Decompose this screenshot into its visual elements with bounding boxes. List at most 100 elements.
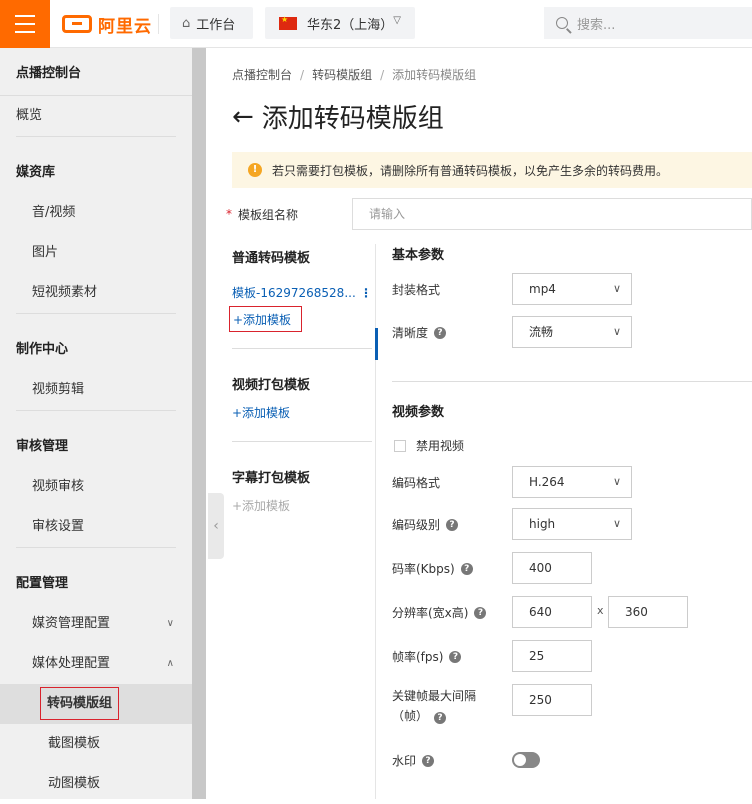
chevron-down-icon: ∨ [166,618,174,629]
warning-notice: ! 若只需要打包模板，请删除所有普通转码模板，以免产生多余的转码费用。 [232,152,752,188]
notice-text: 若只需要打包模板，请删除所有普通转码模板，以免产生多余的转码费用。 [272,163,669,178]
bitrate-input[interactable]: 400 [512,552,592,584]
brand-name: 阿里云 [98,16,152,37]
sidebar-item-review-settings[interactable]: 审核设置 [0,507,192,547]
basic-params-title: 基本参数 [392,248,445,263]
template-list-item[interactable]: 模板-16297268528... ⋮ [232,280,372,306]
more-options-icon[interactable]: ⋮ [360,280,372,306]
chevron-down-icon: ▽ [393,15,401,26]
profile-row: 编码级别? high ∨ [392,508,752,540]
sidebar-item-media-processing-config[interactable]: 媒体处理配置 ∧ [0,644,192,684]
watermark-label: 水印? [392,752,435,769]
help-icon[interactable]: ? [474,606,487,619]
template-list: 普通转码模板 模板-16297268528... ⋮ +添加模板 视频打包模板 … [229,244,372,518]
definition-select[interactable]: 流畅 ∨ [512,316,632,348]
checkbox-box[interactable] [394,439,406,452]
watermark-toggle[interactable] [512,752,540,768]
section-divider [232,348,372,349]
help-icon[interactable]: ? [460,562,473,575]
sidebar-item-gif-template[interactable]: 动图模板 [0,764,192,804]
sidebar: 点播控制台 概览 媒资库 音/视频 图片 短视频素材 制作中心 视频剪辑 审核管… [0,48,192,799]
help-icon[interactable]: ? [422,754,435,767]
sidebar-divider [16,547,176,548]
sidebar-title: 点播控制台 [0,48,192,96]
fps-row: 帧率(fps)? 25 [392,640,752,672]
add-subtitle-pack-template-button: +添加模板 [232,499,291,513]
container-format-label: 封装格式 [392,283,441,297]
fps-input[interactable]: 25 [512,640,592,672]
back-arrow-icon[interactable]: ← [232,102,254,132]
breadcrumb-template-group[interactable]: 转码模版组 [312,68,372,82]
workspace-label: 工作台 [196,17,236,33]
warning-icon: ! [248,163,262,177]
fps-label: 帧率(fps)? [392,648,462,665]
sidebar-item-snapshot-template[interactable]: 截图模板 [0,724,192,764]
sidebar-item-transcode-template-group[interactable]: 转码模版组 [0,684,192,724]
sidebar-divider [16,313,176,314]
region-label: 华东2（上海） [307,17,394,33]
disable-video-checkbox[interactable]: 禁用视频 [394,437,464,454]
sidebar-item-short-video-assets[interactable]: 短视频素材 [0,273,192,313]
breadcrumb-current: 添加转码模版组 [392,68,477,82]
help-icon[interactable]: ? [446,518,459,531]
breadcrumb-console[interactable]: 点播控制台 [232,68,292,82]
help-icon[interactable]: ? [449,650,462,663]
section-divider [232,441,372,442]
page-title: ← 添加转码模版组 [232,98,444,135]
profile-select[interactable]: high ∨ [512,508,632,540]
add-normal-template-button[interactable]: +添加模板 [229,306,303,332]
codec-label: 编码格式 [392,476,441,490]
height-input[interactable]: 360 [608,596,688,628]
help-icon[interactable]: ? [434,712,447,724]
chevron-down-icon: ∨ [612,475,621,488]
help-icon[interactable]: ? [434,326,447,339]
template-group-name-label: 模板组名称 [238,208,299,222]
sidebar-item-overview[interactable]: 概览 [0,96,192,136]
region-selector[interactable]: 华东2（上海） ▽ [265,7,415,39]
search-box[interactable]: 搜索... [544,7,752,39]
aliyun-logo[interactable]: 阿里云 [62,12,152,37]
chevron-down-icon: ∨ [612,517,621,530]
width-input[interactable]: 640 [512,596,592,628]
sidebar-group-review: 审核管理 [16,439,69,454]
codec-row: 编码格式 H.264 ∨ [392,466,752,498]
gop-label: 关键帧最大间隔 （帧）? [392,689,477,724]
topbar-divider [158,14,159,34]
sidebar-group-media-library: 媒资库 [16,165,56,180]
page-title-text: 添加转码模版组 [261,104,444,134]
add-video-pack-template-button[interactable]: +添加模板 [232,401,372,425]
watermark-row: 水印? [392,744,752,776]
resolution-row: 分辨率(宽x高)? 640 x 360 [392,596,752,628]
bitrate-label: 码率(Kbps)? [392,560,473,577]
sidebar-item-video-review[interactable]: 视频审核 [0,467,192,507]
search-icon [556,17,568,29]
gop-row: 关键帧最大间隔 （帧）? 250 [392,684,752,730]
section-divider [392,381,752,382]
sidebar-item-images[interactable]: 图片 [0,233,192,273]
sidebar-divider [16,410,176,411]
definition-label: 清晰度? [392,324,447,341]
sidebar-item-audio-video[interactable]: 音/视频 [0,193,192,233]
sidebar-group-production: 制作中心 [16,342,69,357]
aliyun-logo-icon [62,15,92,33]
normal-transcode-title: 普通转码模板 [232,251,311,266]
breadcrumb: 点播控制台 / 转码模版组 / 添加转码模版组 [232,68,477,82]
resolution-label: 分辨率(宽x高)? [392,604,487,621]
codec-select[interactable]: H.264 ∨ [512,466,632,498]
chevron-down-icon: ∨ [612,325,621,338]
sidebar-item-video-editing[interactable]: 视频剪辑 [0,370,192,410]
gop-input[interactable]: 250 [512,684,592,716]
workspace-button[interactable]: ⌂ 工作台 [170,7,253,39]
hamburger-menu-button[interactable] [0,0,50,48]
video-params-title: 视频参数 [392,405,445,420]
required-asterisk: * [226,207,232,221]
search-placeholder: 搜索... [577,17,616,33]
container-format-select[interactable]: mp4 ∨ [512,273,632,305]
times-sign: x [597,604,604,617]
main-content: 点播控制台 / 转码模版组 / 添加转码模版组 ← 添加转码模版组 ! 若只需要打包模板… [208,48,752,799]
chevron-up-icon: ∧ [166,658,174,669]
container-format-row: 封装格式 mp4 ∨ [392,273,752,305]
template-group-name-input[interactable] [352,198,752,230]
sidebar-item-media-asset-config[interactable]: 媒资管理配置 ∨ [0,604,192,644]
sidebar-scrollbar[interactable] [192,48,206,799]
